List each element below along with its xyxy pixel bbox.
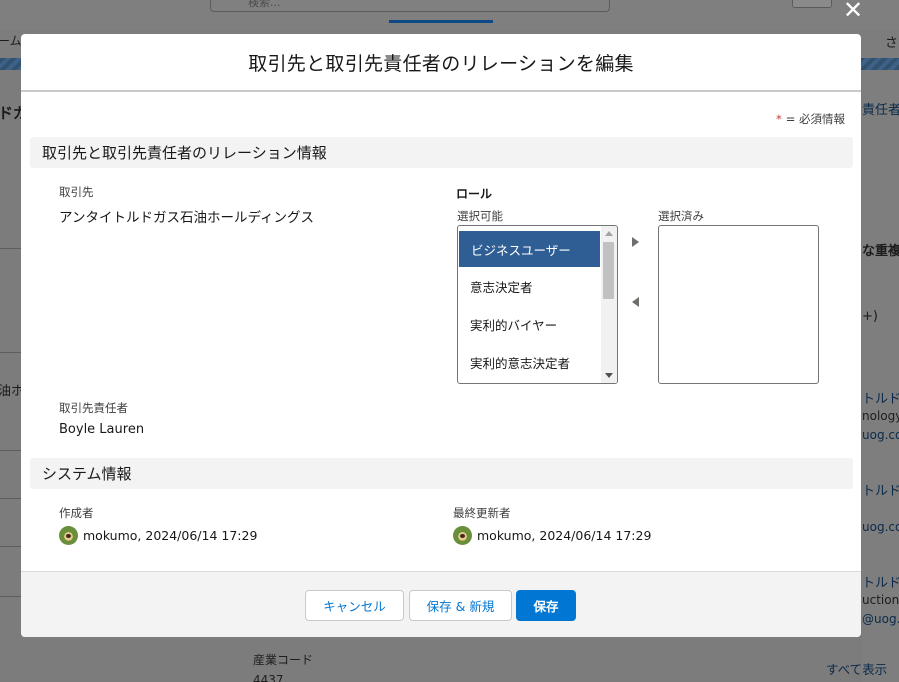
arrow-left-icon [632,297,639,307]
background-duplicate-link: トルドガ [862,576,899,591]
account-value: アンタイトルドガス石油ホールディングス [59,210,315,226]
edit-relation-modal: 取引先と取引先責任者のリレーションを編集 * = 必須情報 取引先と取引先責任者の… [21,34,861,637]
background-duplicate-email: @uog.co [862,612,899,626]
user-avatar [59,526,78,545]
background-contact-link: 責任者 [862,103,899,118]
system-section-header[interactable]: システム情報 [30,458,853,489]
scroll-down-arrow-icon[interactable] [605,373,613,378]
created-by-field: mokumo, 2024/06/14 17:29 [59,526,257,545]
role-option-economic-buyer[interactable]: 実利的バイヤー [458,305,601,343]
background-view-all-link: すべて表示 [826,662,888,677]
cancel-button[interactable]: キャンセル [305,590,404,621]
contact-label: 取引先責任者 [59,401,128,415]
save-button[interactable]: 保存 [516,590,576,621]
relation-section-header[interactable]: 取引先と取引先責任者のリレーション情報 [30,137,853,168]
background-divider [0,450,22,451]
background-tab-fragment-right: さ [885,36,899,51]
modal-header: 取引先と取引先責任者のリレーションを編集 [21,34,861,92]
background-industry-code-value: 4437 [253,673,284,682]
background-duplicate-text: uction [862,593,899,607]
background-divider [0,546,22,547]
role-option-business-user[interactable]: ビジネスユーザー [459,231,600,267]
move-right-button[interactable] [632,237,644,249]
close-icon[interactable]: ✕ [843,0,863,22]
background-duplicate-email: uog.com [862,428,899,442]
background-divider [0,498,22,499]
scrollbar-thumb[interactable] [603,242,614,299]
background-divider [0,596,22,597]
modified-by-field: mokumo, 2024/06/14 17:29 [453,526,651,545]
background-tab-fragment: ーム [0,34,22,48]
role-option-decision-maker[interactable]: 意志決定者 [458,267,601,305]
scroll-up-arrow-icon[interactable] [605,231,613,236]
account-label: 取引先 [59,185,94,199]
selected-label: 選択済み [658,209,704,223]
background-active-tab-indicator [389,20,493,23]
selected-roles-listbox[interactable] [658,225,819,384]
user-avatar [453,526,472,545]
required-legend: * = 必須情報 [776,111,845,127]
role-label: ロール [456,187,493,201]
arrow-right-icon [632,237,639,247]
background-search-placeholder: 検索... [248,0,281,9]
required-legend-text: = 必須情報 [785,112,845,126]
background-duplicate-heading: な重複 [862,244,899,259]
created-by-value: mokumo, 2024/06/14 17:29 [83,528,258,543]
relation-section-title: 取引先と取引先責任者のリレーション情報 [42,144,327,162]
modified-by-value: mokumo, 2024/06/14 17:29 [477,528,652,543]
required-mark: * [775,112,782,126]
background-divider [0,248,22,249]
listbox-scrollbar[interactable] [601,226,617,383]
background-duplicate-count: +) [862,309,878,324]
background-duplicate-text: nology [862,409,899,423]
modified-by-label: 最終更新者 [453,506,511,520]
background-divider [0,352,22,353]
background-duplicate-email: uog.co [862,520,899,534]
available-roles-listbox[interactable]: ビジネスユーザー 意志決定者 実利的バイヤー 実利的意志決定者 [457,225,618,384]
modal-title: 取引先と取引先責任者のリレーションを編集 [248,52,634,75]
background-header-buttons [792,0,832,8]
system-section-title: システム情報 [42,465,132,483]
modal-body: * = 必須情報 取引先と取引先責任者のリレーション情報 取引先 アンタイトルドガ… [21,92,861,571]
modal-footer: キャンセル 保存 & 新規 保存 [21,571,861,637]
background-duplicate-link: トルドガ [862,392,899,407]
save-and-new-button[interactable]: 保存 & 新規 [409,590,512,621]
background-industry-code-label: 産業コード [253,653,314,667]
created-by-label: 作成者 [59,506,94,520]
available-label: 選択可能 [457,209,503,223]
background-duplicate-link: トルドガ [862,484,899,499]
contact-value: Boyle Lauren [59,422,145,437]
role-option-economic-decision-maker[interactable]: 実利的意志決定者 [458,343,601,381]
move-left-button[interactable] [632,297,644,309]
